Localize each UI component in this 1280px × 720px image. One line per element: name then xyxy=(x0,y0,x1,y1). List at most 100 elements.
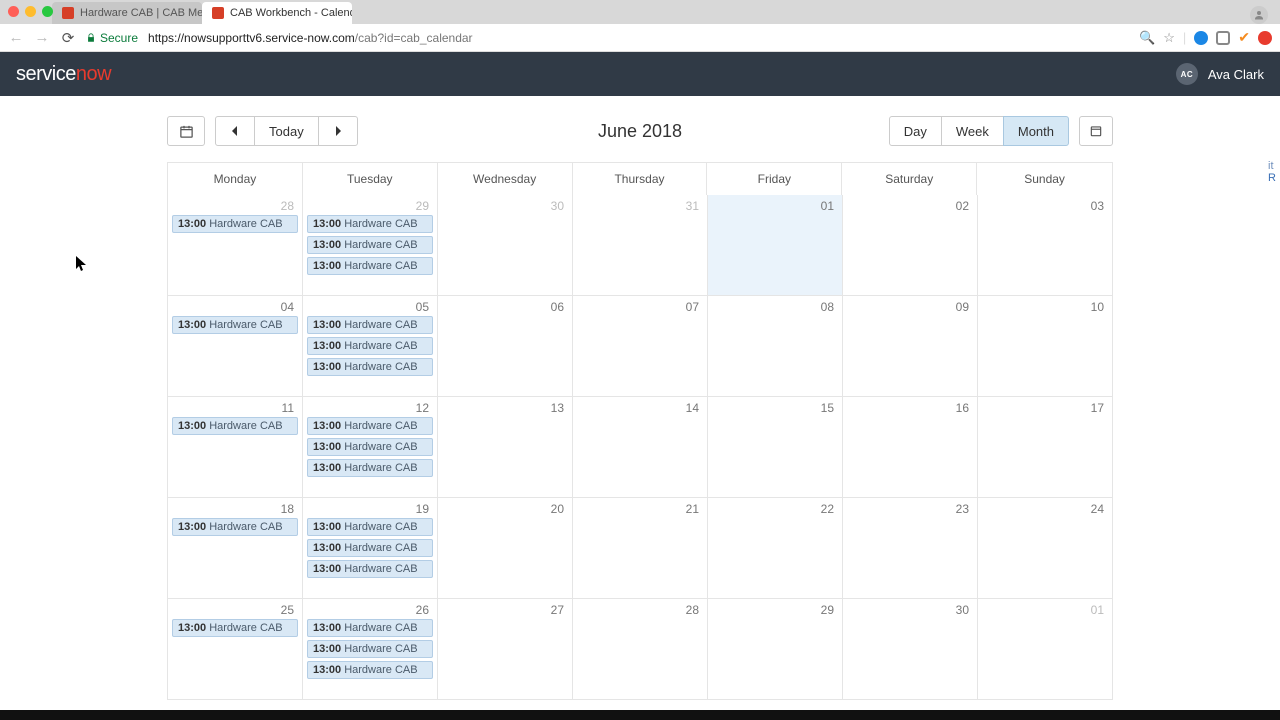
weekday-label: Monday xyxy=(168,163,303,195)
calendar-cell[interactable]: 12 13:00 Hardware CAB 13:00 Hardware CAB 13… xyxy=(303,397,438,498)
browser-tab-strip: Hardware CAB | CAB Meeting × CAB Workben… xyxy=(0,0,1280,24)
calendar-cell[interactable]: 1813:00 Hardware CAB xyxy=(168,498,303,599)
reload-icon[interactable]: ⟳ xyxy=(60,29,76,47)
extension-icon[interactable]: ✔ xyxy=(1238,29,1250,46)
calendar-cell[interactable]: 14 xyxy=(573,397,708,498)
day-number: 30 xyxy=(551,199,564,213)
browser-tab[interactable]: CAB Workbench - Calendar - C × xyxy=(202,2,352,24)
calendar-cell[interactable]: 23 xyxy=(843,498,978,599)
url-bar: ← → ⟳ Secure https://nowsupporttv6.servi… xyxy=(0,24,1280,52)
calendar-cell[interactable]: 15 xyxy=(708,397,843,498)
calendar-event[interactable]: 13:00 Hardware CAB xyxy=(172,215,298,233)
calendar-cell[interactable]: 16 xyxy=(843,397,978,498)
calendar-cell[interactable]: 06 xyxy=(438,296,573,397)
calendar-event[interactable]: 13:00 Hardware CAB xyxy=(307,438,433,456)
back-icon[interactable]: ← xyxy=(8,29,24,46)
calendar-event[interactable]: 13:00 Hardware CAB xyxy=(307,661,433,679)
extension-icon[interactable] xyxy=(1194,31,1208,45)
calendar-cell[interactable]: 09 xyxy=(843,296,978,397)
calendar-cell[interactable]: 01 xyxy=(708,195,843,296)
close-window-icon[interactable] xyxy=(8,6,19,17)
url-text[interactable]: https://nowsupporttv6.service-now.com/ca… xyxy=(148,31,473,45)
chevron-right-icon xyxy=(333,126,343,136)
calendar-event[interactable]: 13:00 Hardware CAB xyxy=(307,619,433,637)
browser-tab[interactable]: Hardware CAB | CAB Meeting × xyxy=(52,2,202,24)
maximize-window-icon[interactable] xyxy=(42,6,53,17)
calendar-event[interactable]: 13:00 Hardware CAB xyxy=(307,459,433,477)
calendar-event[interactable]: 13:00 Hardware CAB xyxy=(307,417,433,435)
view-week-button[interactable]: Week xyxy=(941,116,1004,146)
day-number: 28 xyxy=(686,603,699,617)
day-number: 30 xyxy=(956,603,969,617)
view-day-button[interactable]: Day xyxy=(889,116,942,146)
calendar-cell[interactable]: 29 xyxy=(708,599,843,700)
prev-button[interactable] xyxy=(215,116,255,146)
calendar-cell[interactable]: 0513:00 Hardware CAB13:00 Hardware CAB13… xyxy=(303,296,438,397)
calendar-cell[interactable]: 31 xyxy=(573,195,708,296)
calendar-cell[interactable]: 01 xyxy=(978,599,1113,700)
view-switch: Day Week Month xyxy=(889,116,1069,146)
day-number: 12 xyxy=(416,401,429,415)
day-number: 15 xyxy=(821,401,834,415)
calendar-event[interactable]: 13:00 Hardware CAB xyxy=(307,539,433,557)
calendar-cell[interactable]: 03 xyxy=(978,195,1113,296)
calendar-cell[interactable]: 10 xyxy=(978,296,1113,397)
date-picker-button[interactable] xyxy=(167,116,205,146)
options-button[interactable] xyxy=(1079,116,1113,146)
calendar-cell[interactable]: 0413:00 Hardware CAB xyxy=(168,296,303,397)
logo[interactable]: servicenow xyxy=(16,63,111,86)
extension-icon[interactable] xyxy=(1258,31,1272,45)
calendar-event[interactable]: 13:00 Hardware CAB xyxy=(307,236,433,254)
minimize-window-icon[interactable] xyxy=(25,6,36,17)
calendar-event[interactable]: 13:00 Hardware CAB xyxy=(307,337,433,355)
calendar-cell[interactable]: 21 xyxy=(573,498,708,599)
secure-badge[interactable]: Secure xyxy=(86,31,138,45)
today-button[interactable]: Today xyxy=(254,116,319,146)
calendar-cell[interactable]: 13 xyxy=(438,397,573,498)
calendar-event[interactable]: 13:00 Hardware CAB xyxy=(307,316,433,334)
calendar-cell[interactable]: 17 xyxy=(978,397,1113,498)
calendar-cell[interactable]: 1113:00 Hardware CAB xyxy=(168,397,303,498)
calendar-event[interactable]: 13:00 Hardware CAB xyxy=(307,215,433,233)
day-number: 17 xyxy=(1091,401,1104,415)
calendar-cell[interactable]: 22 xyxy=(708,498,843,599)
calendar-cell[interactable]: 25 13:00 Hardware CAB xyxy=(168,599,303,700)
weekday-label: Thursday xyxy=(573,163,708,195)
calendar-cell[interactable]: 2813:00 Hardware CAB xyxy=(168,195,303,296)
calendar-cell[interactable]: 2913:00 Hardware CAB13:00 Hardware CAB13… xyxy=(303,195,438,296)
user-menu[interactable]: AC Ava Clark xyxy=(1176,63,1264,85)
calendar-event[interactable]: 13:00 Hardware CAB xyxy=(307,358,433,376)
calendar-event[interactable]: 13:00 Hardware CAB xyxy=(307,257,433,275)
calendar-cell[interactable]: 24 xyxy=(978,498,1113,599)
calendar-event[interactable]: 13:00 Hardware CAB xyxy=(307,640,433,658)
view-month-button[interactable]: Month xyxy=(1003,116,1069,146)
day-number: 29 xyxy=(821,603,834,617)
calendar-cell[interactable]: 20 xyxy=(438,498,573,599)
calendar-cell[interactable]: 30 xyxy=(843,599,978,700)
calendar-event[interactable]: 13:00 Hardware CAB xyxy=(172,518,298,536)
calendar-cell[interactable]: 2613:00 Hardware CAB13:00 Hardware CAB13… xyxy=(303,599,438,700)
calendar-cell[interactable]: 02 xyxy=(843,195,978,296)
weekday-label: Wednesday xyxy=(438,163,573,195)
calendar-event[interactable]: 13:00 Hardware CAB xyxy=(307,560,433,578)
zoom-icon[interactable]: 🔍 xyxy=(1139,30,1155,46)
extension-icon[interactable] xyxy=(1216,31,1230,45)
calendar-day-header: MondayTuesdayWednesdayThursdayFridaySatu… xyxy=(167,162,1113,195)
window-controls[interactable] xyxy=(8,6,53,17)
calendar-event[interactable]: 13:00 Hardware CAB xyxy=(307,518,433,536)
calendar-event[interactable]: 13:00 Hardware CAB xyxy=(172,619,298,637)
calendar-cell[interactable]: 28 xyxy=(573,599,708,700)
calendar-cell[interactable]: 07 xyxy=(573,296,708,397)
day-number: 25 xyxy=(281,603,294,617)
calendar-event[interactable]: 13:00 Hardware CAB xyxy=(172,316,298,334)
next-button[interactable] xyxy=(318,116,358,146)
forward-icon: → xyxy=(34,29,50,46)
user-name: Ava Clark xyxy=(1208,67,1264,82)
calendar-cell[interactable]: 30 xyxy=(438,195,573,296)
calendar-cell[interactable]: 27 xyxy=(438,599,573,700)
bookmark-icon[interactable]: ☆ xyxy=(1163,30,1175,46)
calendar-cell[interactable]: 1913:00 Hardware CAB13:00 Hardware CAB13… xyxy=(303,498,438,599)
calendar-cell[interactable]: 08 xyxy=(708,296,843,397)
calendar-event[interactable]: 13:00 Hardware CAB xyxy=(172,417,298,435)
profile-icon[interactable] xyxy=(1250,6,1268,24)
